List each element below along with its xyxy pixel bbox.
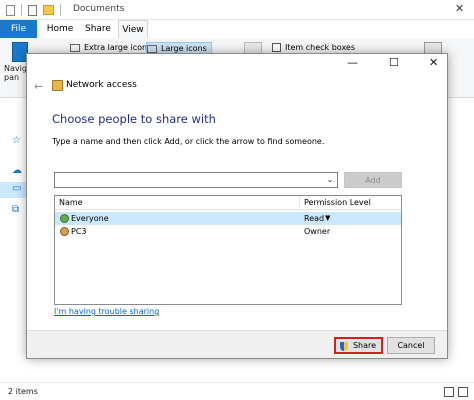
tab-share[interactable]: Share (82, 20, 114, 38)
document-icon[interactable] (6, 4, 15, 16)
navigation-pane: ☆ ☁ ▭ ⧉ (0, 99, 26, 379)
chevron-down-icon[interactable]: ⌄ (323, 173, 337, 187)
row-permission[interactable]: Read (304, 212, 324, 225)
layout-extra-large-label: Extra large icons (84, 43, 152, 52)
network-icon[interactable]: ⧉ (12, 204, 19, 215)
row-name-cell: PC3 (60, 225, 87, 238)
maximize-icon[interactable]: ☐ (389, 56, 399, 69)
row-permission: Owner (304, 227, 331, 236)
share-permissions-table: Name Permission Level Everyone Read ▼ PC… (54, 195, 402, 305)
share-button-label: Share (352, 341, 377, 350)
users-group-icon (60, 214, 69, 223)
item-check-boxes-label: Item check boxes (285, 43, 356, 52)
quick-access-toolbar (6, 4, 61, 16)
extra-large-icons-icon (70, 44, 80, 52)
table-row[interactable]: PC3 Owner (55, 225, 401, 238)
uac-shield-icon (340, 342, 348, 351)
navigation-pane-label: Navig pan (4, 64, 27, 82)
ribbon-tabs: File Home Share View (0, 20, 474, 38)
large-icons-view-icon[interactable] (458, 387, 468, 397)
row-name: PC3 (71, 227, 87, 236)
minimize-icon[interactable]: — (347, 56, 358, 69)
window-close-icon[interactable]: ✕ (455, 2, 464, 15)
tab-view[interactable]: View (118, 20, 148, 38)
tab-home[interactable]: Home (44, 20, 76, 38)
share-button[interactable]: Share (334, 337, 383, 354)
toolbar-divider (21, 4, 22, 16)
new-folder-icon[interactable] (43, 5, 54, 15)
quick-access-icon[interactable]: ☆ (12, 135, 21, 146)
tab-file[interactable]: File (0, 20, 37, 38)
cancel-button[interactable]: Cancel (387, 337, 435, 354)
triangle-down-icon[interactable]: ▼ (325, 212, 330, 225)
this-pc-icon: ▭ (12, 183, 22, 194)
column-header-name[interactable]: Name (55, 196, 300, 210)
window-title: Documents (73, 4, 125, 14)
toolbar-divider (60, 4, 61, 16)
large-icons-icon (147, 45, 157, 53)
dialog-titlebar: — ☐ ✕ (27, 54, 447, 74)
status-bar: 2 items (0, 382, 474, 400)
name-input[interactable] (54, 172, 338, 188)
details-view-icon[interactable] (444, 387, 454, 397)
dialog-instruction: Type a name and then click Add, or click… (52, 137, 325, 146)
back-arrow-icon[interactable]: ← (34, 80, 43, 93)
navigation-pane-button[interactable]: Navig pan (4, 42, 28, 82)
properties-check-icon[interactable] (28, 4, 37, 16)
row-name-cell: Everyone (60, 212, 109, 225)
onedrive-cloud-icon[interactable]: ☁ (12, 165, 22, 176)
user-icon (60, 227, 69, 236)
column-header-permission[interactable]: Permission Level (300, 196, 401, 210)
item-check-boxes-option[interactable]: Item check boxes (272, 42, 355, 53)
item-count: 2 items (8, 387, 38, 396)
add-button[interactable]: Add (344, 172, 402, 188)
explorer-titlebar: Documents ✕ (0, 0, 474, 20)
row-name: Everyone (71, 214, 109, 223)
dialog-title: Network access (66, 80, 137, 90)
network-access-dialog: — ☐ ✕ ← Network access Choose people to … (26, 53, 448, 359)
trouble-sharing-link[interactable]: I'm having trouble sharing (54, 307, 159, 316)
close-icon[interactable]: ✕ (429, 56, 438, 69)
item-check-boxes-checkbox[interactable] (272, 43, 281, 52)
layout-large-label: Large icons (161, 44, 207, 53)
dialog-heading: Choose people to share with (52, 112, 216, 126)
network-sharing-icon (52, 80, 63, 91)
dialog-footer: Share Cancel (27, 330, 447, 358)
table-row[interactable]: Everyone Read ▼ (55, 212, 401, 225)
view-switcher (444, 387, 468, 397)
